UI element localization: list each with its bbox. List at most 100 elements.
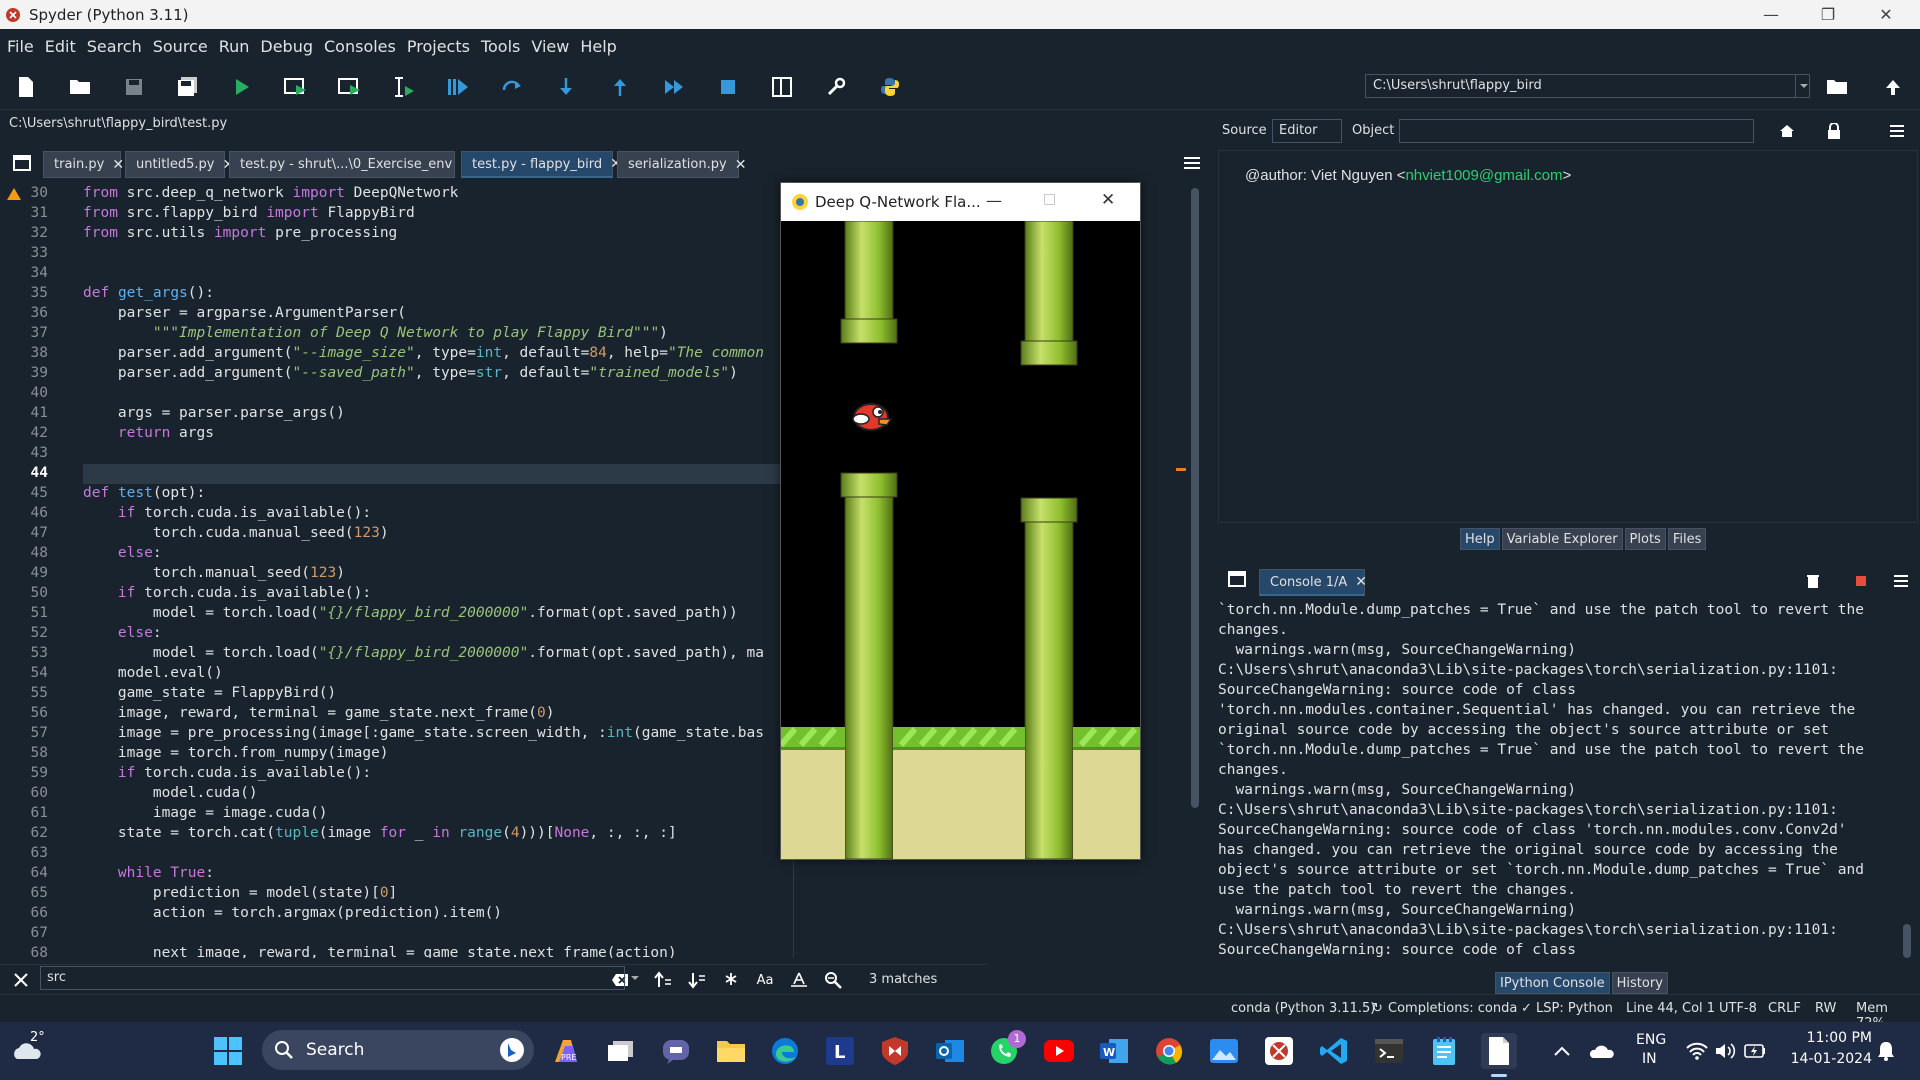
tab-history[interactable]: History [1611,972,1668,994]
debug-step-over-icon[interactable] [499,74,525,100]
save-icon[interactable] [121,74,147,100]
notifications-icon[interactable] [1868,1033,1904,1069]
menu-help[interactable]: Help [580,37,616,56]
search-history-dropdown[interactable] [627,966,643,990]
debug-step-into-icon[interactable] [553,74,579,100]
close-tab-icon[interactable]: ✕ [735,157,747,173]
close-tab-icon[interactable]: ✕ [112,157,124,173]
debug-step-return-icon[interactable] [607,74,633,100]
lock-icon[interactable] [1821,118,1847,144]
terminal-icon[interactable] [1371,1033,1407,1069]
ipython-console-output[interactable]: `torch.nn.Module.dump_patches = True` an… [1218,600,1906,966]
game-minimize-button[interactable]: — [986,191,1002,210]
task-view-icon[interactable] [603,1033,639,1069]
mcafee-icon[interactable] [877,1033,913,1069]
show-hidden-icons-icon[interactable] [1544,1033,1580,1069]
working-directory-field[interactable]: C:\Users\shrut\flappy_bird [1365,74,1810,98]
tab-untitled5[interactable]: untitled5.py✕ [125,151,234,178]
scrollbar-thumb[interactable] [1191,188,1199,808]
debug-icon[interactable] [445,74,471,100]
tab-console-1a[interactable]: Console 1/A ✕ [1259,569,1367,596]
search-selection-icon[interactable] [820,967,846,993]
outlook-icon[interactable] [932,1033,968,1069]
preferences-icon[interactable] [823,74,849,100]
editor-options-icon[interactable] [1179,150,1205,176]
menu-consoles[interactable]: Consoles [324,37,396,56]
regex-icon[interactable] [718,967,744,993]
language-indicator[interactable]: ENG [1636,1032,1666,1048]
status-lsp[interactable]: LSP: Python [1536,1001,1613,1016]
maximize-pane-icon[interactable] [769,74,795,100]
run-icon[interactable] [229,74,255,100]
tab-ipython-console[interactable]: IPython Console [1495,972,1610,994]
close-button[interactable]: ✕ [1858,0,1914,29]
working-directory-dropdown[interactable] [1795,74,1811,98]
status-env[interactable]: conda (Python 3.11.5) [1231,1001,1375,1016]
vscode-icon[interactable] [1316,1033,1352,1069]
menu-file[interactable]: File [7,37,34,56]
console-scrollbar-thumb[interactable] [1903,924,1911,958]
browse-folder-icon[interactable] [1824,74,1850,100]
game-window-titlebar[interactable]: Deep Q-Network Fla... — □ ✕ [781,183,1140,221]
tab-test-exercise-env[interactable]: test.py - shrut\...\0_Exercise_env✕ [229,151,472,178]
start-icon[interactable] [210,1033,246,1069]
close-console-tab-icon[interactable]: ✕ [1355,574,1367,590]
battery-icon[interactable] [1737,1033,1773,1069]
menu-projects[interactable]: Projects [407,37,470,56]
youtube-icon[interactable] [1041,1033,1077,1069]
home-icon[interactable] [1774,118,1800,144]
tab-test-flappy-bird[interactable]: test.py - flappy_bird ✕ [461,151,622,178]
case-sensitive-icon[interactable]: Aa [752,967,778,993]
minimize-button[interactable]: — [1743,0,1799,29]
tab-help[interactable]: Help [1460,528,1500,550]
clock-time[interactable]: 11:00 PM [1786,1030,1872,1046]
menu-source[interactable]: Source [153,37,208,56]
parent-directory-icon[interactable] [1880,74,1906,100]
menu-view[interactable]: View [531,37,569,56]
tab-variable-explorer[interactable]: Variable Explorer [1501,528,1623,550]
notepad-icon[interactable] [1426,1033,1462,1069]
menu-edit[interactable]: Edit [45,37,76,56]
interrupt-kernel-icon[interactable] [1848,568,1874,594]
word-icon[interactable]: W [1096,1033,1132,1069]
taskbar-search[interactable]: Search [262,1030,534,1070]
file-explorer-icon[interactable] [713,1033,749,1069]
spyder-app-icon[interactable] [1261,1033,1297,1069]
close-find-icon[interactable] [8,967,34,993]
menu-debug[interactable]: Debug [260,37,313,56]
browse-console-tabs-icon[interactable] [1224,566,1250,592]
tab-serialization[interactable]: serialization.py ✕ [617,151,746,178]
menu-tools[interactable]: Tools [481,37,520,56]
edge-icon[interactable] [767,1033,803,1069]
console-options-icon[interactable] [1888,568,1914,594]
open-file-icon[interactable] [67,74,93,100]
help-options-icon[interactable] [1884,118,1910,144]
whole-word-icon[interactable] [786,967,812,993]
menu-search[interactable]: Search [87,37,142,56]
tab-plots[interactable]: Plots [1624,528,1666,550]
tab-train[interactable]: train.py ✕ [43,151,124,178]
game-canvas[interactable] [781,221,1140,859]
run-cell-icon[interactable] [283,74,309,100]
debug-stop-icon[interactable] [715,74,741,100]
run-selection-icon[interactable] [391,74,417,100]
chrome-icon[interactable] [1151,1033,1187,1069]
run-cell-advance-icon[interactable] [337,74,363,100]
restore-button[interactable]: ❐ [1800,0,1856,29]
status-completions[interactable]: Completions: conda [1388,1001,1517,1016]
search-input[interactable]: src [40,966,625,990]
console-scrollbar[interactable] [1902,604,1912,964]
onedrive-icon[interactable] [1584,1033,1620,1069]
game-close-button[interactable]: ✕ [1101,190,1115,210]
app-l-icon[interactable]: L [822,1033,858,1069]
find-previous-icon[interactable] [650,967,676,993]
author-email-link[interactable]: nhviet1009@gmail.com [1405,167,1562,184]
object-input[interactable] [1399,119,1754,143]
menu-run[interactable]: Run [219,37,250,56]
browse-tabs-icon[interactable] [9,150,35,176]
editor-scrollbar[interactable] [1176,188,1200,956]
copilot-icon[interactable]: PRE [548,1033,584,1069]
photos-icon[interactable] [1206,1033,1242,1069]
teams-chat-icon[interactable] [658,1033,694,1069]
save-all-icon[interactable] [175,74,201,100]
